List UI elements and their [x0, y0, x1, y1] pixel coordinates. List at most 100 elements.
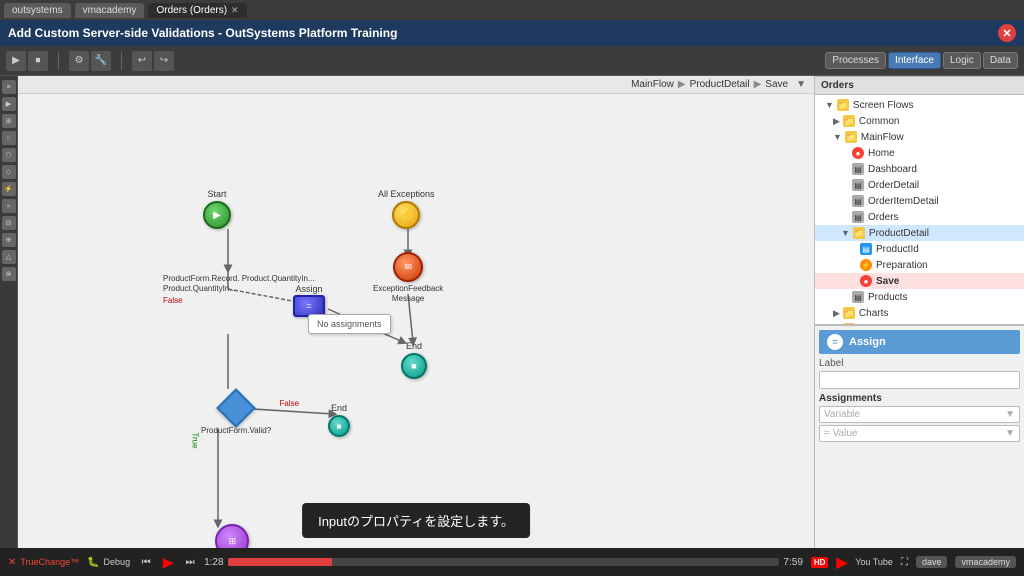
tab-close-icon[interactable]: ✕ [231, 5, 239, 16]
assign-node[interactable]: Assign = [293, 284, 325, 317]
tree-item-save[interactable]: ● Save [815, 273, 1024, 289]
video-next-icon[interactable]: ⏭ [182, 554, 198, 570]
tree-label-screen-flows: Screen Flows [853, 100, 914, 111]
tree-item-mainflow[interactable]: ▼ 📁 MainFlow [815, 129, 1024, 145]
createorupdate-node[interactable]: ⊞ CreateOrUpdate Product [203, 524, 262, 548]
folder-icon-charts: 📁 [843, 307, 855, 319]
tree-item-orderitemdetail[interactable]: ▤ OrderItemDetail [815, 193, 1024, 209]
label-field-label: Label [819, 358, 1020, 369]
tree-item-orders[interactable]: ▤ Orders [815, 209, 1024, 225]
settings-icon[interactable]: 🔧 [91, 51, 111, 71]
progress-bar[interactable] [228, 558, 780, 566]
sidebar-icon-10[interactable]: ⊕ [2, 233, 16, 247]
breadcrumb-expand-icon[interactable]: ▼ [796, 79, 806, 90]
productform-valid-diamond [216, 388, 256, 428]
breadcrumb-mainflow[interactable]: MainFlow [631, 79, 674, 90]
tree-item-productid[interactable]: ▤ ProductId [815, 241, 1024, 257]
icon-products: ▤ [852, 291, 864, 303]
canvas[interactable]: Start ▶ ProductForm.Record. Product.Quan… [18, 94, 814, 548]
play-icon[interactable]: ▶ [6, 51, 26, 71]
all-exceptions-inner: ⚡ [400, 210, 412, 221]
tree-item-productdetail[interactable]: ▼ 📁 ProductDetail [815, 225, 1024, 241]
tree-item-preparation[interactable]: ⚡ Preparation [815, 257, 1024, 273]
tree-item-common[interactable]: ▶ 📁 Common [815, 113, 1024, 129]
sidebar-icon-6[interactable]: ◇ [2, 165, 16, 179]
productform-valid-node[interactable]: ProductForm.Valid? False True [201, 394, 271, 435]
properties-title: Assign [849, 336, 886, 348]
tree-item-screen-flows[interactable]: ▼ 📁 Screen Flows [815, 97, 1024, 113]
video-play-icon[interactable]: ▶ [160, 554, 176, 570]
end2-node[interactable]: End ■ [328, 403, 350, 437]
expand-charts[interactable]: ▶ [833, 308, 840, 319]
canvas-svg [18, 94, 814, 548]
breadcrumb: MainFlow ▶ ProductDetail ▶ Save ▼ [18, 76, 814, 94]
variable-dropdown[interactable]: Variable ▼ [819, 406, 1020, 423]
close-button[interactable]: ✕ [998, 24, 1016, 42]
sidebar-icon-8[interactable]: ≈ [2, 199, 16, 213]
sidebar-icon-3[interactable]: ⊞ [2, 114, 16, 128]
label-input[interactable] [819, 371, 1020, 389]
bottom-right: HD ▶ You Tube ⛶ dave vmacademy [811, 554, 1016, 571]
undo-icon[interactable]: ↩ [132, 51, 152, 71]
sidebar-icon-1[interactable]: ≡ [2, 80, 16, 94]
tab-vmacademy[interactable]: vmacademy [75, 3, 145, 18]
folder-icon-screen-flows: 📁 [837, 99, 849, 111]
folder-icon-common: 📁 [843, 115, 855, 127]
tree-item-dashboard[interactable]: ▤ Dashboard [815, 161, 1024, 177]
video-prev-icon[interactable]: ⏮ [138, 554, 154, 570]
tree-item-orderdetail[interactable]: ▤ OrderDetail [815, 177, 1024, 193]
sidebar-icon-11[interactable]: △ [2, 250, 16, 264]
interface-tab[interactable]: Interface [888, 52, 941, 69]
page-title: Add Custom Server-side Validations - Out… [8, 26, 1016, 40]
breadcrumb-save[interactable]: Save [765, 79, 788, 90]
tree-item-products[interactable]: ▤ Products [815, 289, 1024, 305]
logic-tab[interactable]: Logic [943, 52, 981, 69]
true1-label: True [191, 432, 200, 448]
ide-window: Add Custom Server-side Validations - Out… [0, 20, 1024, 576]
fullscreen-icon[interactable]: ⛶ [901, 557, 908, 568]
sidebar-icon-4[interactable]: ○ [2, 131, 16, 145]
variable-dropdown-arrow[interactable]: ▼ [1005, 409, 1015, 420]
total-time: 7:59 [783, 557, 802, 568]
processes-tab[interactable]: Processes [825, 52, 886, 69]
tree-panel[interactable]: ▼ 📁 Screen Flows ▶ 📁 Common ▼ 📁 MainFlow [815, 95, 1024, 325]
variable-placeholder: Variable [824, 409, 860, 420]
end1-node[interactable]: End ■ [401, 341, 427, 379]
stop-icon[interactable]: ⏹ [28, 51, 48, 71]
toolbar-separator-2 [121, 52, 122, 70]
progress-container[interactable]: 1:28 7:59 [204, 557, 803, 568]
left-sidebar: ≡ ▶ ⊞ ○ ⬡ ◇ ⚡ ≈ ⊟ ⊕ △ ⊗ [0, 76, 18, 548]
value-dropdown[interactable]: = Value ▼ [819, 425, 1020, 442]
exception-feedback-node[interactable]: ✉ ExceptionFeedback Message [373, 252, 443, 303]
expand-mainflow[interactable]: ▼ [833, 132, 842, 142]
value-dropdown-arrow[interactable]: ▼ [1005, 428, 1015, 439]
tree-item-home[interactable]: ● Home [815, 145, 1024, 161]
tree-item-charts[interactable]: ▶ 📁 Charts [815, 305, 1024, 321]
sidebar-icon-5[interactable]: ⬡ [2, 148, 16, 162]
start-node[interactable]: Start ▶ [203, 189, 231, 229]
tab-orders[interactable]: Orders (Orders) ✕ [148, 3, 246, 18]
assign-popup-text: No assignments [317, 319, 382, 329]
sidebar-icon-9[interactable]: ⊟ [2, 216, 16, 230]
assign-node-label: Assign [295, 284, 322, 294]
icon-home: ● [852, 147, 864, 159]
tree-label-preparation: Preparation [876, 260, 928, 271]
redo-icon[interactable]: ↪ [154, 51, 174, 71]
close-icon[interactable]: ✕ [998, 24, 1016, 42]
all-exceptions-node[interactable]: All Exceptions ⚡ [378, 189, 435, 229]
expand-common[interactable]: ▶ [833, 116, 840, 127]
expand-productdetail[interactable]: ▼ [841, 228, 850, 238]
gear-icon[interactable]: ⚙ [69, 51, 89, 71]
sidebar-icon-2[interactable]: ▶ [2, 97, 16, 111]
sidebar-icon-12[interactable]: ⊗ [2, 267, 16, 281]
subtitle-bar: Inputのプロパティを設定します。 [302, 503, 530, 538]
icon-productid: ▤ [860, 243, 872, 255]
fullscreen-controls[interactable]: ⛶ [901, 557, 908, 568]
breadcrumb-productdetail[interactable]: ProductDetail [690, 79, 750, 90]
expand-screen-flows[interactable]: ▼ [825, 100, 834, 110]
end2-circle: ■ [328, 415, 350, 437]
sidebar-icon-7[interactable]: ⚡ [2, 182, 16, 196]
tab-outsystems[interactable]: outsystems [4, 3, 71, 18]
true-change-label: TrueChange™ [20, 557, 79, 567]
data-tab[interactable]: Data [983, 52, 1018, 69]
